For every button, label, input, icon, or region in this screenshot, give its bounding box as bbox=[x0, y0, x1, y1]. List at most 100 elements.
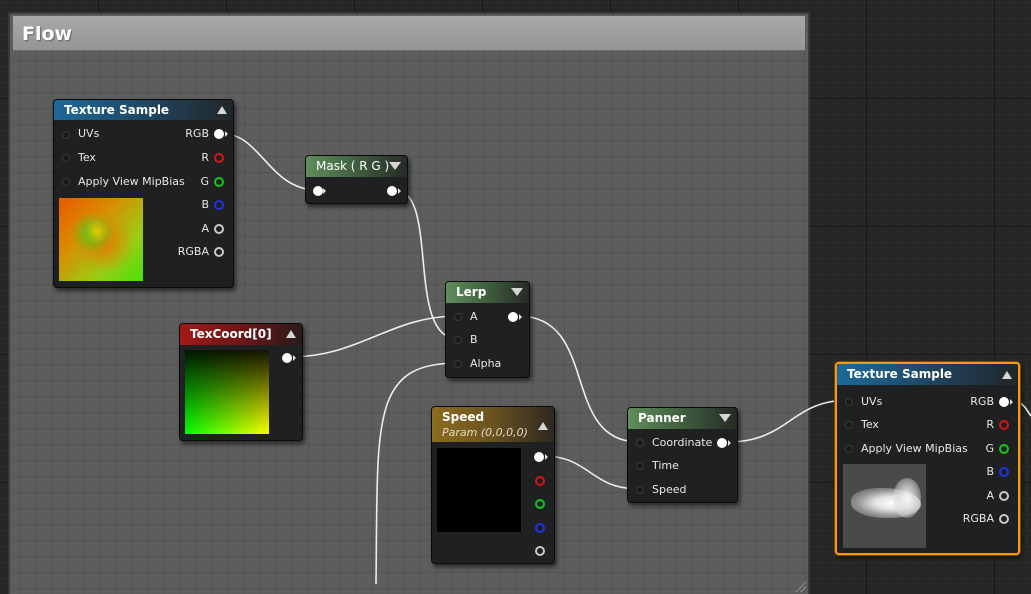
node-title: TexCoord[0] bbox=[190, 327, 272, 341]
pin-arrow-icon bbox=[728, 440, 731, 446]
pin-label-rgb: RGB bbox=[185, 127, 209, 140]
pin-speed-b-out[interactable] bbox=[535, 523, 545, 533]
pin-label-rgb: RGB bbox=[970, 395, 994, 408]
node-header[interactable]: Speed Param (0,0,0,0) bbox=[432, 407, 554, 442]
pin-panner-time[interactable] bbox=[636, 462, 644, 470]
pin-tex[interactable] bbox=[845, 421, 853, 429]
node-texture-sample-1[interactable]: Texture Sample UVs Tex Apply View MipBia… bbox=[53, 99, 234, 288]
pin-mask-in[interactable] bbox=[313, 186, 323, 196]
pin-label-time: Time bbox=[652, 459, 679, 472]
pin-arrow-icon bbox=[519, 314, 522, 320]
pin-lerp-alpha[interactable] bbox=[454, 360, 462, 368]
node-speed-param[interactable]: Speed Param (0,0,0,0) bbox=[431, 406, 555, 564]
node-lerp[interactable]: Lerp A B Alpha bbox=[445, 281, 530, 378]
collapse-icon[interactable] bbox=[1002, 371, 1012, 379]
pin-speed-g-out[interactable] bbox=[535, 499, 545, 509]
pin-panner-coordinate[interactable] bbox=[636, 439, 644, 447]
pin-label-a: A bbox=[986, 489, 994, 502]
pin-label-rgba: RGBA bbox=[962, 512, 994, 525]
node-title: Panner bbox=[638, 411, 686, 425]
pin-lerp-b[interactable] bbox=[454, 336, 462, 344]
noise-cloud-peak bbox=[893, 478, 921, 518]
pin-apply-view-mipbias[interactable] bbox=[845, 445, 853, 453]
node-title: Speed bbox=[442, 410, 485, 424]
node-texcoord[interactable]: TexCoord[0] bbox=[179, 323, 303, 441]
node-header[interactable]: TexCoord[0] bbox=[180, 324, 302, 345]
pin-rgba-out[interactable] bbox=[999, 514, 1009, 524]
pin-label-speed: Speed bbox=[652, 483, 687, 496]
pin-arrow-icon bbox=[225, 131, 228, 137]
node-header[interactable]: Texture Sample bbox=[54, 100, 233, 120]
node-title: Texture Sample bbox=[64, 103, 170, 117]
dropdown-icon[interactable] bbox=[389, 162, 401, 170]
pin-apply-view-mipbias[interactable] bbox=[62, 178, 70, 186]
pin-label-alpha: Alpha bbox=[470, 357, 502, 370]
pin-label-coordinate: Coordinate bbox=[652, 436, 713, 449]
pin-g-out[interactable] bbox=[214, 177, 224, 187]
pin-label-b: B bbox=[201, 198, 209, 211]
pin-lerp-out[interactable] bbox=[508, 312, 518, 322]
pin-label-apply-view-mipbias: Apply View MipBias bbox=[78, 175, 185, 188]
pin-label-g: G bbox=[200, 175, 209, 188]
pin-label-r: R bbox=[201, 151, 209, 164]
pin-rgba-out[interactable] bbox=[214, 247, 224, 257]
pin-label-a: A bbox=[470, 310, 478, 323]
pin-speed-out[interactable] bbox=[534, 452, 544, 462]
collapse-icon[interactable] bbox=[538, 422, 548, 430]
node-title: Mask ( R G ) bbox=[316, 159, 390, 173]
pin-texcoord-out[interactable] bbox=[282, 353, 292, 363]
pin-g-out[interactable] bbox=[999, 444, 1009, 454]
node-title: Texture Sample bbox=[847, 367, 953, 381]
node-subtitle: Param (0,0,0,0) bbox=[442, 426, 528, 439]
dropdown-icon[interactable] bbox=[719, 414, 731, 422]
node-header[interactable]: Mask ( R G ) bbox=[306, 156, 407, 177]
pin-r-out[interactable] bbox=[999, 420, 1009, 430]
node-texture-sample-2[interactable]: Texture Sample UVs Tex Apply View MipBia… bbox=[835, 362, 1020, 555]
pin-label-tex: Tex bbox=[861, 418, 879, 431]
pin-lerp-a[interactable] bbox=[454, 313, 462, 321]
pin-arrow-icon bbox=[545, 454, 548, 460]
pin-label-rgba: RGBA bbox=[177, 245, 209, 258]
node-header[interactable]: Panner bbox=[628, 408, 737, 429]
pin-a-out[interactable] bbox=[999, 491, 1009, 501]
texture-preview-flowmap bbox=[59, 198, 143, 281]
comment-title: Flow bbox=[22, 23, 73, 45]
pin-uvs[interactable] bbox=[845, 398, 853, 406]
pin-tex[interactable] bbox=[62, 154, 70, 162]
pin-panner-out[interactable] bbox=[717, 438, 727, 448]
node-header[interactable]: Lerp bbox=[446, 282, 529, 303]
pin-label-a: A bbox=[201, 222, 209, 235]
pin-speed-a-out[interactable] bbox=[535, 546, 545, 556]
preview-gradient-overlay bbox=[185, 350, 269, 434]
pin-label-b: B bbox=[986, 465, 994, 478]
pin-b-out[interactable] bbox=[999, 467, 1009, 477]
pin-rgb-out[interactable] bbox=[214, 129, 224, 139]
node-mask-rg[interactable]: Mask ( R G ) bbox=[305, 155, 408, 204]
pin-b-out[interactable] bbox=[214, 200, 224, 210]
pin-rgb-out[interactable] bbox=[999, 397, 1009, 407]
pin-uvs[interactable] bbox=[62, 131, 70, 139]
pin-panner-speed[interactable] bbox=[636, 486, 644, 494]
pin-r-out[interactable] bbox=[214, 153, 224, 163]
pin-label-tex: Tex bbox=[78, 151, 96, 164]
speed-preview bbox=[437, 448, 521, 532]
comment-header[interactable]: Flow bbox=[13, 16, 805, 51]
texture-preview-noise bbox=[843, 464, 926, 548]
pin-arrow-icon bbox=[398, 188, 401, 194]
comment-resize-handle[interactable] bbox=[794, 580, 806, 592]
pin-arrow-icon bbox=[323, 188, 326, 194]
pin-label-apply-view-mipbias: Apply View MipBias bbox=[861, 442, 968, 455]
pin-a-out[interactable] bbox=[214, 224, 224, 234]
dropdown-icon[interactable] bbox=[511, 288, 523, 296]
texcoord-preview bbox=[185, 350, 269, 434]
node-header[interactable]: Texture Sample bbox=[837, 364, 1018, 385]
pin-label-r: R bbox=[986, 418, 994, 431]
collapse-icon[interactable] bbox=[286, 330, 296, 338]
pin-speed-r-out[interactable] bbox=[535, 476, 545, 486]
pin-arrow-icon bbox=[293, 355, 296, 361]
collapse-icon[interactable] bbox=[217, 106, 227, 114]
pin-mask-out[interactable] bbox=[387, 186, 397, 196]
pin-label-uvs: UVs bbox=[78, 127, 100, 140]
pin-arrow-icon bbox=[1010, 399, 1013, 405]
node-panner[interactable]: Panner Coordinate Time Speed bbox=[627, 407, 738, 503]
